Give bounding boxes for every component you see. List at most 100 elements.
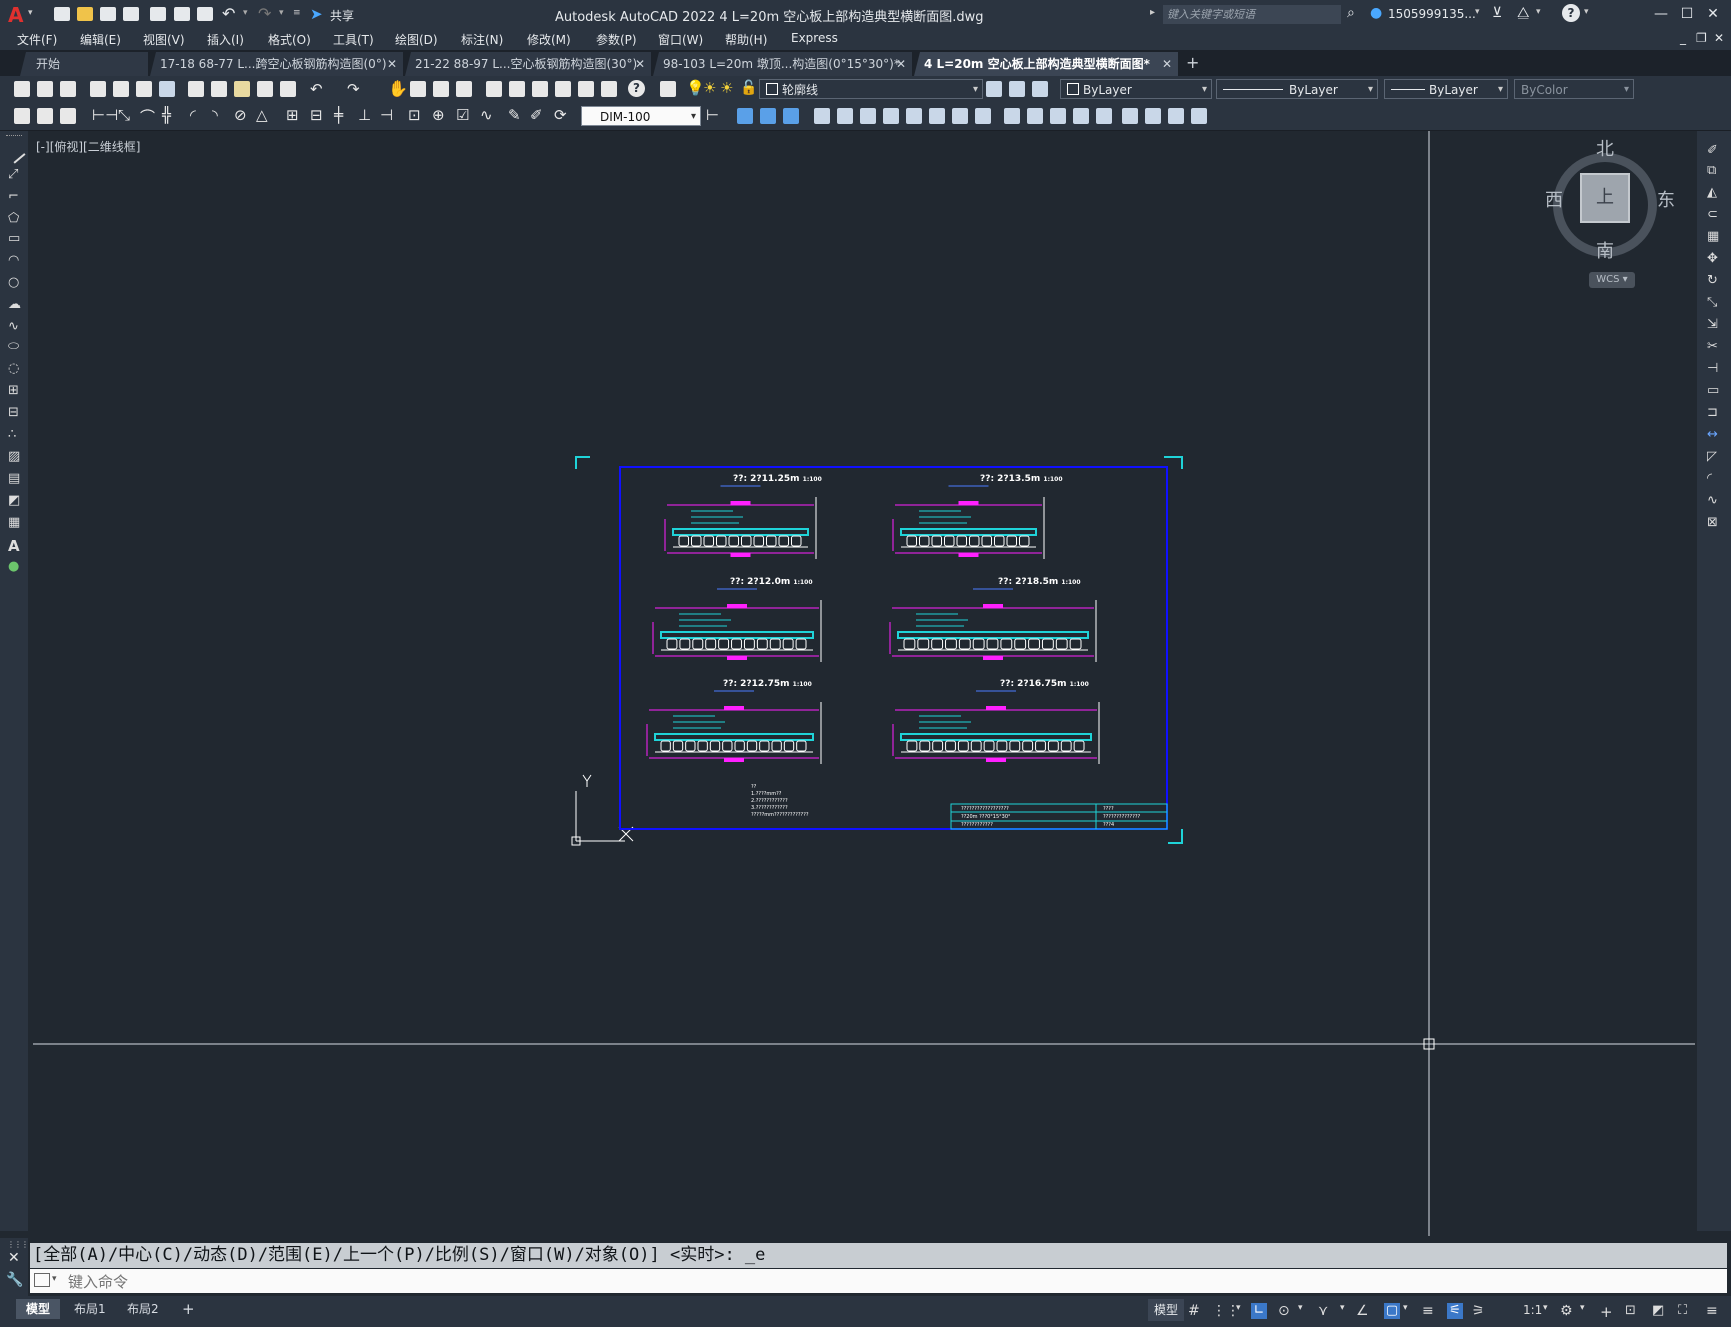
region-icon[interactable]: ◩ <box>8 493 22 508</box>
polyline-icon[interactable]: ⌐ <box>8 189 22 204</box>
jogged-linear-icon[interactable]: ∿ <box>480 106 493 124</box>
ucs-object-icon[interactable] <box>906 108 922 124</box>
menu-parametric[interactable]: 参数(P) <box>596 31 637 48</box>
fillet-icon[interactable]: ◜ <box>1707 471 1721 486</box>
view-front-icon[interactable] <box>1122 108 1138 124</box>
revision-cloud-icon[interactable]: ☁ <box>8 297 22 312</box>
aligned-dimension-icon[interactable]: ⤡ <box>118 106 130 124</box>
close-window-icon[interactable]: ✕ <box>1702 5 1724 23</box>
publish-icon[interactable] <box>136 81 152 97</box>
view-manager-icon[interactable] <box>1004 108 1020 124</box>
customize-qa-icon[interactable]: ≡ <box>293 8 301 18</box>
minimize-window-icon[interactable]: — <box>1650 5 1672 23</box>
dimstyle-dropdown[interactable]: DIM-100 ▾ <box>581 106 701 126</box>
paste-icon[interactable] <box>234 81 250 97</box>
snap-dropdown-icon[interactable]: ▾ <box>1236 1303 1252 1319</box>
break-icon[interactable]: ⊐ <box>1707 405 1721 420</box>
menu-dimension[interactable]: 标注(N) <box>461 31 503 48</box>
snap-icon[interactable]: ⋮⋮ <box>1212 1303 1240 1319</box>
baseline-icon[interactable]: ⊟ <box>310 106 323 124</box>
command-grip-icon[interactable]: ⋮⋮⋮ <box>7 1240 29 1249</box>
insert-block-icon[interactable]: ⊞ <box>8 383 22 398</box>
angular-icon[interactable]: △ <box>256 106 268 124</box>
viewport-controls[interactable]: [-][俯视][二维线框] <box>36 138 140 155</box>
clean-screen-icon[interactable]: ⛶ <box>1678 1303 1694 1319</box>
polar-icon[interactable]: ⊙ <box>1278 1303 1294 1319</box>
radius-icon[interactable]: ◜ <box>190 106 196 124</box>
properties-icon[interactable] <box>486 81 502 97</box>
view-iso2-icon[interactable] <box>1191 108 1207 124</box>
color-dropdown[interactable]: ByLayer ▾ <box>1060 79 1212 99</box>
workspace-dropdown-icon[interactable]: ▾ <box>1580 1303 1596 1319</box>
polar-dropdown-icon[interactable]: ▾ <box>1298 1303 1314 1319</box>
draworder-front-icon[interactable] <box>737 108 753 124</box>
undo-icon[interactable]: ↶ <box>310 80 323 98</box>
annotation-visibility-icon[interactable]: ⚟ <box>1447 1303 1463 1319</box>
open-file-icon[interactable] <box>77 7 93 21</box>
quick-dimension-icon[interactable]: ⊞ <box>286 106 299 124</box>
join-icon[interactable]: ↔ <box>1707 427 1721 442</box>
cut-icon[interactable] <box>188 81 204 97</box>
zoom-realtime-icon[interactable] <box>410 81 426 97</box>
explode-icon[interactable]: ⊠ <box>1707 515 1721 530</box>
user-dropdown-icon[interactable]: ▾ <box>1475 7 1480 17</box>
ucs-face-icon[interactable] <box>883 108 899 124</box>
point-icon[interactable]: ∴ <box>8 427 22 442</box>
dimension-space-icon[interactable]: ⊥ <box>358 106 371 124</box>
annotation-monitor-icon[interactable]: + <box>1600 1303 1616 1321</box>
layer-properties-icon[interactable] <box>660 81 676 97</box>
view-left-icon[interactable] <box>1073 108 1089 124</box>
zoom-previous-icon[interactable] <box>456 81 472 97</box>
save-web-icon[interactable] <box>174 7 190 21</box>
layer-iso-icon[interactable] <box>37 108 53 124</box>
compass-west[interactable]: 西 <box>1545 186 1563 212</box>
tab-drawing-3[interactable]: 98-103 L=20m 墩顶...构造图(0°15°30°)* ✕ <box>653 52 912 76</box>
ortho-icon[interactable]: ∟ <box>1251 1303 1267 1319</box>
design-center-icon[interactable] <box>509 81 525 97</box>
layer-previous-icon[interactable] <box>1009 81 1025 97</box>
isodraft-dropdown-icon[interactable]: ▾ <box>1340 1303 1356 1319</box>
table-icon[interactable]: ▦ <box>8 515 22 530</box>
ordinate-icon[interactable]: ╬ <box>162 106 171 124</box>
layout-tab-1[interactable]: 布局1 <box>64 1299 116 1319</box>
customization-icon[interactable]: ≡ <box>1706 1303 1722 1319</box>
chamfer-icon[interactable]: ◸ <box>1707 449 1721 464</box>
autocad-logo-icon[interactable]: A <box>8 3 26 27</box>
app-dropdown-icon[interactable]: ▾ <box>1536 7 1541 17</box>
lineweight-dropdown[interactable]: ByLayer ▾ <box>1384 79 1508 99</box>
redo-icon[interactable]: ↷ <box>258 4 271 23</box>
dimension-style-icon[interactable]: ⊢ <box>706 106 719 124</box>
polygon-icon[interactable]: ⬠ <box>8 211 22 226</box>
plot-preview-icon[interactable] <box>113 81 129 97</box>
ucs-world-icon[interactable] <box>837 108 853 124</box>
close-tab-icon[interactable]: ✕ <box>1162 52 1172 76</box>
extend-icon[interactable]: ⊣ <box>1707 361 1721 376</box>
layer-lock-icon[interactable]: 🔓 <box>740 80 757 96</box>
redo-dropdown-icon[interactable]: ▾ <box>279 8 284 18</box>
cart-icon[interactable]: ⊻ <box>1492 5 1502 21</box>
construction-line-icon[interactable]: ⤢ <box>8 167 22 182</box>
block-editor-icon[interactable] <box>280 81 296 97</box>
view-top-icon[interactable] <box>1027 108 1043 124</box>
recent-commands-dropdown-icon[interactable]: ▾ <box>52 1274 57 1284</box>
save-as-icon[interactable] <box>123 7 139 21</box>
blend-curves-icon[interactable]: ∿ <box>1707 493 1721 508</box>
share-label[interactable]: 共享 <box>330 7 354 24</box>
dimension-text-edit-icon[interactable]: ✐ <box>530 106 543 124</box>
sheet-set-icon[interactable] <box>555 81 571 97</box>
circle-icon[interactable]: ○ <box>8 275 22 290</box>
linear-dimension-icon[interactable]: ⊢⊣ <box>92 106 118 124</box>
tool-palettes-icon[interactable] <box>532 81 548 97</box>
user-icon[interactable]: ● <box>1370 5 1382 21</box>
ucs-previous-icon[interactable] <box>860 108 876 124</box>
close-command-icon[interactable]: ✕ <box>8 1250 20 1266</box>
help-dropdown-icon[interactable]: ▾ <box>1584 7 1589 17</box>
grid-icon[interactable]: # <box>1188 1303 1204 1319</box>
copy-icon[interactable] <box>211 81 227 97</box>
zoom-window-icon[interactable] <box>433 81 449 97</box>
new-file-icon[interactable] <box>54 7 70 21</box>
menu-express[interactable]: Express <box>791 31 838 45</box>
mirror-icon[interactable]: ◭ <box>1707 185 1721 200</box>
arc-length-icon[interactable]: ⌒ <box>140 106 155 127</box>
dimension-edit-icon[interactable]: ✎ <box>508 106 521 124</box>
